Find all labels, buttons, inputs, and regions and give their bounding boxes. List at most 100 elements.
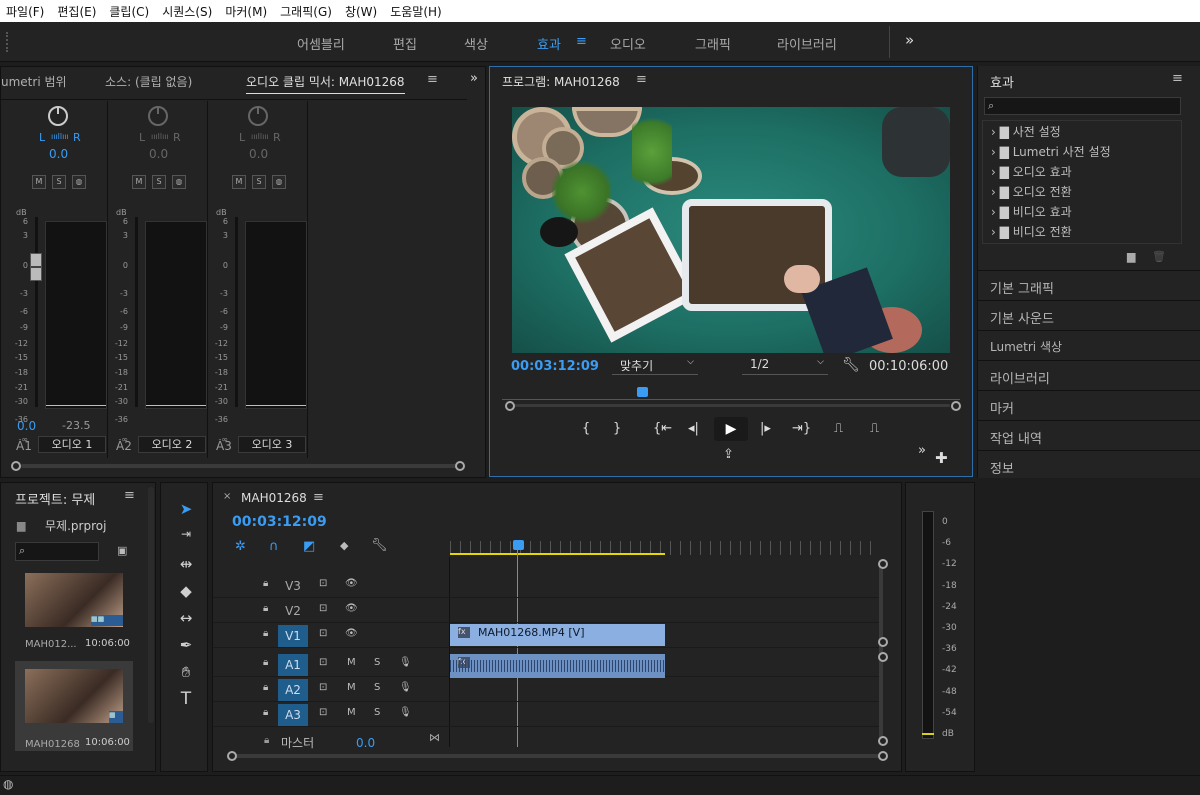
channel-name[interactable]: 오디오 3 bbox=[238, 436, 306, 453]
tab-source[interactable]: 소스: (클립 없음) bbox=[105, 73, 192, 90]
panel-menu-icon[interactable]: ≡ bbox=[124, 488, 135, 503]
eye-icon[interactable]: 👁︎ bbox=[345, 628, 358, 639]
find-bin-icon[interactable]: ▣ bbox=[117, 544, 127, 557]
project-item[interactable]: ▦▦ MAH012... 10:06:00 bbox=[17, 573, 131, 659]
menu-window[interactable]: 창(W) bbox=[345, 3, 377, 20]
vscroll-top-handle[interactable] bbox=[878, 559, 888, 569]
master-volume[interactable]: 0.0 bbox=[356, 736, 375, 750]
tree-item-video-transitions[interactable]: › ▇ 비디오 전환 bbox=[991, 223, 1072, 243]
tab-audio-clip-mixer[interactable]: 오디오 클립 믹서: MAH01268 bbox=[246, 73, 405, 94]
program-monitor-title[interactable]: 프로그램: MAH01268 bbox=[502, 73, 620, 90]
slip-tool-icon[interactable]: ↔ bbox=[175, 609, 197, 631]
section-history[interactable]: 작업 내역 bbox=[978, 420, 1200, 450]
lock-icon[interactable]: 🔒︎ bbox=[263, 603, 268, 614]
playhead-timecode[interactable]: 00:03:12:09 bbox=[511, 359, 599, 374]
solo-button[interactable]: S bbox=[152, 175, 166, 189]
tree-item-audio-effects[interactable]: › ▇ 오디오 효과 bbox=[991, 163, 1072, 183]
panel-overflow-icon[interactable]: » bbox=[470, 71, 478, 86]
panel-menu-icon[interactable]: ≡ bbox=[1172, 71, 1183, 86]
track-select-tool-icon[interactable]: ⇥ bbox=[175, 527, 197, 549]
pen-tool-icon[interactable]: ✒︎ bbox=[175, 636, 197, 658]
record-button[interactable]: ◍ bbox=[72, 175, 86, 189]
snap-magnet-icon[interactable]: ∩ bbox=[269, 539, 279, 554]
menu-sequence[interactable]: 시퀀스(S) bbox=[162, 3, 212, 20]
pan-knob[interactable] bbox=[148, 106, 168, 126]
zoom-start-handle[interactable] bbox=[505, 401, 515, 411]
timeline-playhead-handle[interactable] bbox=[513, 540, 524, 550]
razor-tool-icon[interactable]: ◆ bbox=[175, 582, 197, 604]
panel-menu-icon[interactable]: ≡ bbox=[313, 490, 324, 505]
sync-lock-icon[interactable]: ⊡ bbox=[319, 628, 327, 639]
hand-tool-icon[interactable]: ✋︎ bbox=[175, 663, 197, 685]
channel-name[interactable]: 오디오 2 bbox=[138, 436, 206, 453]
mic-icon[interactable]: 🎙︎ bbox=[399, 657, 412, 668]
track-target-v1[interactable]: V1 bbox=[278, 625, 308, 647]
add-marker-icon[interactable]: ◆ bbox=[340, 539, 348, 552]
close-icon[interactable]: × bbox=[223, 491, 231, 502]
section-essential-sound[interactable]: 기본 사운드 bbox=[978, 300, 1200, 330]
wrench-icon[interactable]: 🔧︎ bbox=[842, 357, 860, 373]
menu-file[interactable]: 파일(F) bbox=[6, 3, 44, 20]
mark-out-button[interactable]: } bbox=[613, 421, 621, 436]
audio-clip[interactable]: fx bbox=[450, 654, 665, 678]
mute-button[interactable]: M bbox=[232, 175, 246, 189]
mute-button[interactable]: M bbox=[347, 682, 356, 693]
pan-value[interactable]: 0.0 bbox=[149, 147, 168, 161]
sync-lock-icon[interactable]: ⊡ bbox=[319, 603, 327, 614]
vscroll-bottom-handle[interactable] bbox=[878, 736, 888, 746]
wrench-icon[interactable]: 🔧︎ bbox=[371, 538, 388, 553]
pan-value[interactable]: 0.0 bbox=[49, 147, 68, 161]
panel-menu-icon[interactable]: ≡ bbox=[427, 72, 438, 87]
nest-icon[interactable]: ✲ bbox=[235, 539, 246, 554]
add-button-icon[interactable]: ✚ bbox=[935, 449, 948, 467]
project-item-selected[interactable]: ▦ MAH01268 10:06:00 bbox=[15, 661, 133, 751]
export-frame-button[interactable]: ⇪ bbox=[723, 447, 734, 462]
selection-tool-icon[interactable]: ➤ bbox=[175, 500, 197, 522]
record-button[interactable]: ◍ bbox=[172, 175, 186, 189]
volume-fader[interactable] bbox=[30, 253, 42, 281]
track-target-v3[interactable]: V3 bbox=[278, 575, 308, 597]
section-lumetri-color[interactable]: Lumetri 색상 bbox=[978, 330, 1200, 360]
effects-title[interactable]: 효과 bbox=[990, 72, 1014, 91]
timeline-timecode[interactable]: 00:03:12:09 bbox=[232, 514, 327, 530]
work-area-bar[interactable] bbox=[450, 553, 665, 555]
scroll-start-handle[interactable] bbox=[11, 461, 21, 471]
pan-knob[interactable] bbox=[248, 106, 268, 126]
sync-lock-icon[interactable]: ⊡ bbox=[319, 682, 327, 693]
lock-icon[interactable]: 🔒︎ bbox=[264, 735, 269, 746]
pan-knob[interactable] bbox=[48, 106, 68, 126]
record-button[interactable]: ◍ bbox=[272, 175, 286, 189]
playhead-marker[interactable] bbox=[636, 387, 648, 397]
workspace-libraries[interactable]: 라이브러리 bbox=[777, 34, 837, 53]
solo-button[interactable]: S bbox=[252, 175, 266, 189]
track-target-v2[interactable]: V2 bbox=[278, 600, 308, 622]
background-render-icon[interactable]: ◍ bbox=[3, 777, 13, 791]
workspace-effects[interactable]: 효과 bbox=[537, 34, 561, 53]
step-back-button[interactable]: ◂| bbox=[688, 421, 699, 436]
new-bin-icon[interactable]: ▆ bbox=[1127, 250, 1135, 263]
eye-icon[interactable]: 👁︎ bbox=[345, 603, 358, 614]
grip-icon[interactable] bbox=[6, 32, 10, 52]
section-info[interactable]: 정보 bbox=[978, 450, 1200, 480]
eye-icon[interactable]: 👁︎ bbox=[345, 578, 358, 589]
section-markers[interactable]: 마커 bbox=[978, 390, 1200, 420]
menu-marker[interactable]: 마커(M) bbox=[225, 3, 267, 20]
tree-item-lumetri-presets[interactable]: › ▇ Lumetri 사전 설정 bbox=[991, 143, 1111, 163]
track-target-a2[interactable]: A2 bbox=[278, 679, 308, 701]
go-to-in-button[interactable]: {⇤ bbox=[653, 421, 672, 436]
channel-name[interactable]: 오디오 1 bbox=[38, 436, 106, 453]
lock-icon[interactable]: 🔒︎ bbox=[263, 657, 268, 668]
workspace-editing[interactable]: 편집 bbox=[393, 34, 417, 53]
menu-edit[interactable]: 편집(E) bbox=[57, 3, 96, 20]
go-to-out-button[interactable]: ⇥} bbox=[792, 421, 811, 436]
panel-overflow-icon[interactable]: » bbox=[918, 443, 926, 458]
lock-icon[interactable]: 🔒︎ bbox=[263, 628, 268, 639]
zoom-bar[interactable] bbox=[514, 404, 950, 407]
mute-button[interactable]: M bbox=[132, 175, 146, 189]
menu-help[interactable]: 도움말(H) bbox=[390, 3, 442, 20]
timeline-h-scrollbar[interactable] bbox=[235, 754, 882, 758]
project-scrollbar[interactable] bbox=[148, 487, 154, 723]
lock-icon[interactable]: 🔒︎ bbox=[263, 682, 268, 693]
workspace-audio[interactable]: 오디오 bbox=[610, 34, 646, 53]
hscroll-end-handle[interactable] bbox=[878, 751, 888, 761]
